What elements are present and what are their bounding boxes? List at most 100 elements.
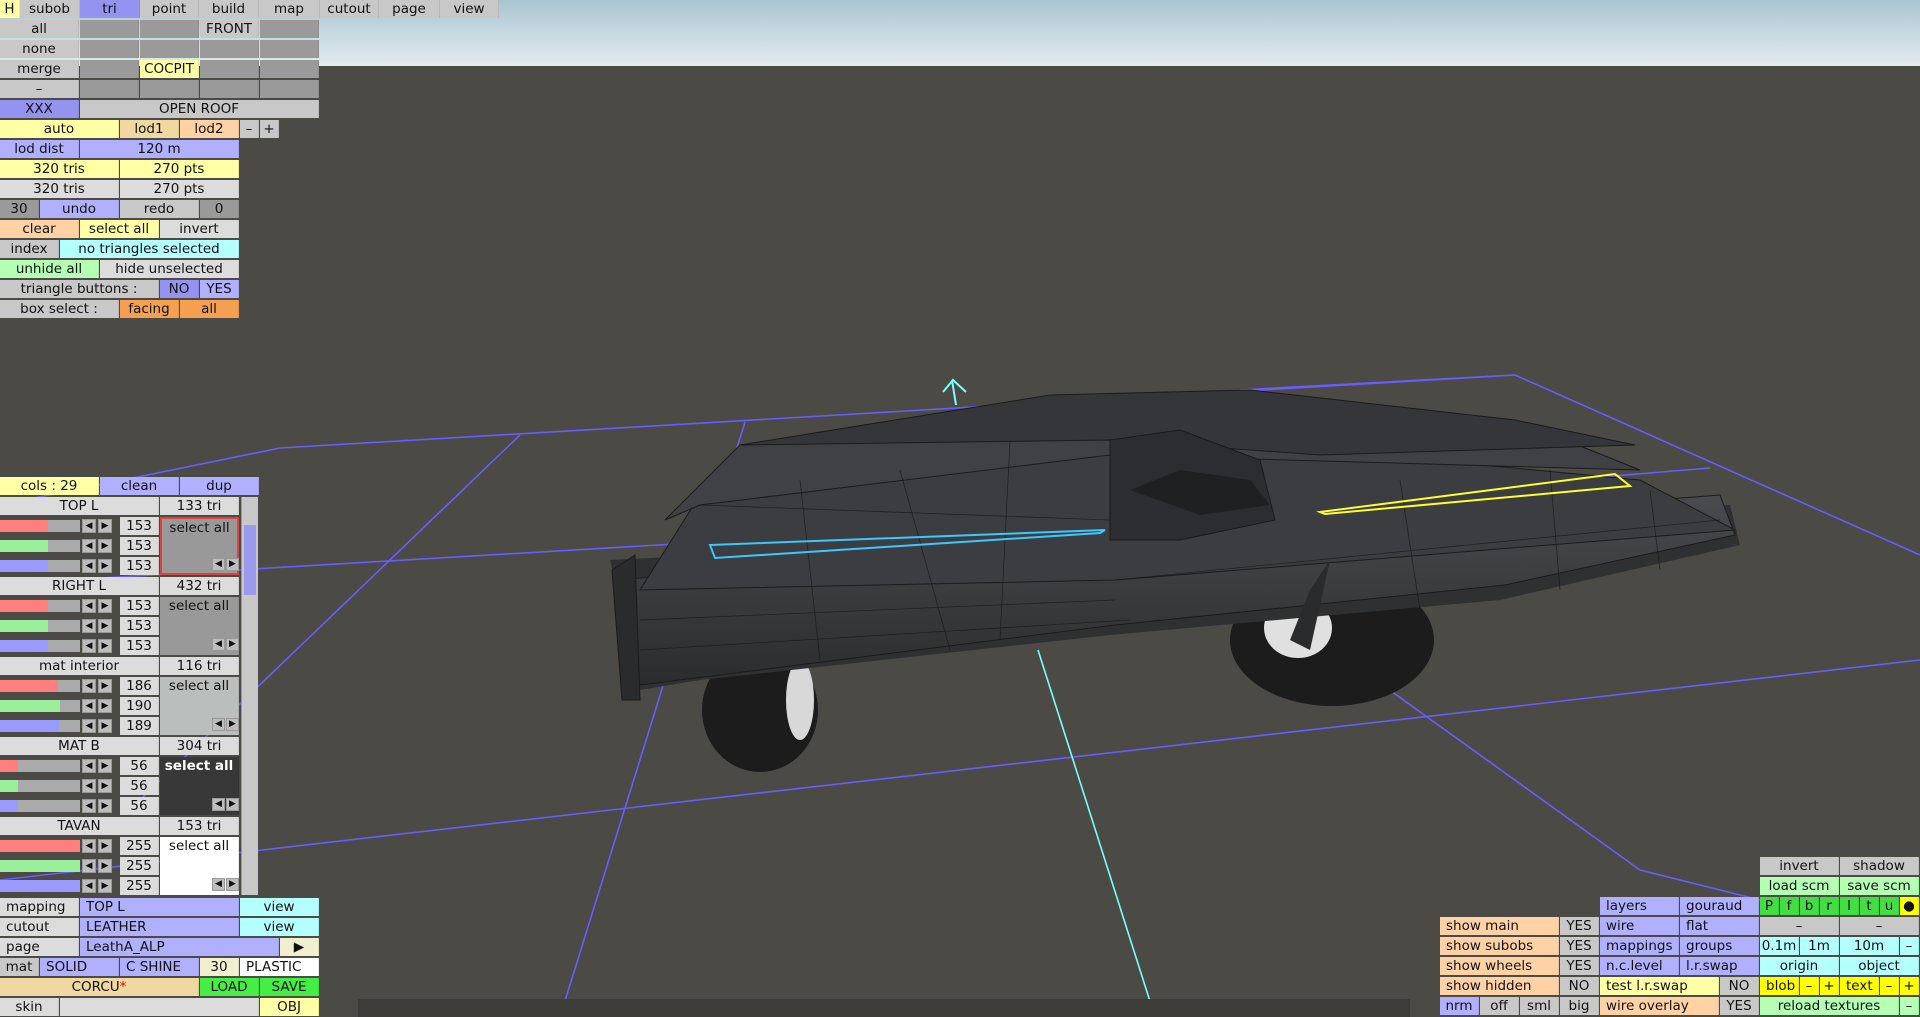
subob-slot[interactable]	[80, 20, 139, 38]
lod-plus-button[interactable]: +	[260, 120, 279, 138]
subob-all-button[interactable]: all	[0, 20, 79, 38]
text-plus-button[interactable]: +	[1900, 977, 1919, 995]
blob-minus-button[interactable]: –	[1800, 977, 1819, 995]
material-name[interactable]: TOP L	[0, 497, 159, 515]
obj-button[interactable]: OBJ	[260, 998, 319, 1016]
subob-none-button[interactable]: none	[0, 40, 79, 58]
origin-button[interactable]: origin	[1760, 957, 1839, 975]
tab-build[interactable]: build	[199, 0, 259, 18]
color-value[interactable]: 153	[120, 637, 159, 655]
lr-swap-button[interactable]: l.r.swap	[1680, 957, 1759, 975]
decrease-arrow-icon[interactable]: ◀	[82, 839, 96, 853]
swatch-right-arrow-icon[interactable]: ▶	[226, 798, 239, 811]
decrease-arrow-icon[interactable]: ◀	[82, 519, 96, 533]
color-slider-track[interactable]	[0, 860, 80, 872]
material-name[interactable]: mat interior	[0, 657, 159, 675]
page-value[interactable]: LeathA_ALP	[80, 938, 279, 956]
decrease-arrow-icon[interactable]: ◀	[82, 759, 96, 773]
clear-button[interactable]: clear	[0, 220, 79, 238]
decrease-arrow-icon[interactable]: ◀	[82, 859, 96, 873]
invert-view-button[interactable]: invert	[1760, 857, 1839, 875]
select-all-material-button[interactable]: select all	[169, 838, 229, 854]
mapping-view-button[interactable]: view	[240, 898, 319, 916]
color-value[interactable]: 153	[120, 617, 159, 635]
color-slider-track[interactable]	[0, 780, 80, 792]
color-slider-track[interactable]	[0, 680, 80, 692]
page-play-icon[interactable]: ▶	[280, 938, 319, 956]
decrease-arrow-icon[interactable]: ◀	[82, 539, 96, 553]
cutout-value[interactable]: LEATHER	[80, 918, 239, 936]
decrease-arrow-icon[interactable]: ◀	[82, 699, 96, 713]
increase-arrow-icon[interactable]: ▶	[98, 759, 112, 773]
decrease-arrow-icon[interactable]: ◀	[82, 779, 96, 793]
load-scm-button[interactable]: load scm	[1760, 877, 1839, 895]
text-minus-button[interactable]: –	[1880, 977, 1899, 995]
swatch-right-arrow-icon[interactable]: ▶	[226, 558, 239, 571]
select-all-button[interactable]: select all	[80, 220, 159, 238]
material-scrollbar[interactable]	[241, 497, 258, 895]
tab-subob[interactable]: subob	[20, 0, 80, 18]
color-value[interactable]: 56	[120, 757, 159, 775]
tab-tri[interactable]: tri	[80, 0, 140, 18]
subob-slot[interactable]	[260, 60, 319, 78]
layer-toggle-2[interactable]: b	[1800, 897, 1819, 915]
tab-map[interactable]: map	[259, 0, 320, 18]
color-value[interactable]: 153	[120, 517, 159, 535]
layer-toggle-5[interactable]: t	[1860, 897, 1879, 915]
increase-arrow-icon[interactable]: ▶	[98, 839, 112, 853]
select-all-material-button[interactable]: select all	[165, 758, 234, 774]
shine-value[interactable]: 30	[200, 958, 239, 976]
flat-button[interactable]: flat	[1680, 917, 1759, 935]
increase-arrow-icon[interactable]: ▶	[98, 859, 112, 873]
increase-arrow-icon[interactable]: ▶	[98, 539, 112, 553]
color-value[interactable]: 186	[120, 677, 159, 695]
mapping-value[interactable]: TOP L	[80, 898, 239, 916]
increase-arrow-icon[interactable]: ▶	[98, 799, 112, 813]
lod1-button[interactable]: lod1	[120, 120, 179, 138]
file-name[interactable]: CORCU*	[0, 978, 199, 996]
gouraud-button[interactable]: gouraud	[1680, 897, 1759, 915]
decrease-arrow-icon[interactable]: ◀	[82, 599, 96, 613]
blob-plus-button[interactable]: +	[1820, 977, 1839, 995]
box-select-all[interactable]: all	[180, 300, 239, 318]
color-value[interactable]: 190	[120, 697, 159, 715]
load-button[interactable]: LOAD	[200, 978, 259, 996]
show-hidden-toggle[interactable]: NO	[1560, 977, 1599, 995]
view-off-button[interactable]: off	[1480, 997, 1519, 1015]
decrease-arrow-icon[interactable]: ◀	[82, 639, 96, 653]
wire-overlay-toggle[interactable]: YES	[1720, 997, 1759, 1015]
color-value[interactable]: 153	[120, 557, 159, 575]
subob-cocpit[interactable]: COCPIT	[140, 60, 199, 78]
increase-arrow-icon[interactable]: ▶	[98, 679, 112, 693]
color-slider-track[interactable]	[0, 600, 80, 612]
layers-button[interactable]: layers	[1600, 897, 1679, 915]
view-nrm-button[interactable]: nrm	[1440, 997, 1479, 1015]
save-button[interactable]: SAVE	[260, 978, 319, 996]
increase-arrow-icon[interactable]: ▶	[98, 639, 112, 653]
increase-arrow-icon[interactable]: ▶	[98, 619, 112, 633]
subob-slot[interactable]	[260, 80, 319, 98]
swatch-left-arrow-icon[interactable]: ◀	[212, 638, 225, 651]
decrease-arrow-icon[interactable]: ◀	[82, 679, 96, 693]
color-slider-track[interactable]	[0, 840, 80, 852]
color-slider-track[interactable]	[0, 720, 80, 732]
subob-slot[interactable]	[80, 40, 139, 58]
tab-cutout[interactable]: cutout	[320, 0, 379, 18]
wire-button[interactable]: wire	[1600, 917, 1679, 935]
decrease-arrow-icon[interactable]: ◀	[82, 879, 96, 893]
lod-auto-button[interactable]: auto	[0, 120, 119, 138]
redo-button[interactable]: redo	[120, 200, 199, 218]
shadow-button[interactable]: shadow	[1840, 857, 1919, 875]
subob-slot[interactable]	[80, 80, 139, 98]
grid-10m-button[interactable]: 10m	[1840, 937, 1899, 955]
increase-arrow-icon[interactable]: ▶	[98, 519, 112, 533]
lod2-button[interactable]: lod2	[180, 120, 239, 138]
color-slider-track[interactable]	[0, 760, 80, 772]
color-value[interactable]: 189	[120, 717, 159, 735]
material-name[interactable]: RIGHT L	[0, 577, 159, 595]
swatch-right-arrow-icon[interactable]: ▶	[226, 638, 239, 651]
hide-unselected-button[interactable]: hide unselected	[100, 260, 239, 278]
swatch-left-arrow-icon[interactable]: ◀	[212, 878, 225, 891]
index-button[interactable]: index	[0, 240, 59, 258]
increase-arrow-icon[interactable]: ▶	[98, 719, 112, 733]
